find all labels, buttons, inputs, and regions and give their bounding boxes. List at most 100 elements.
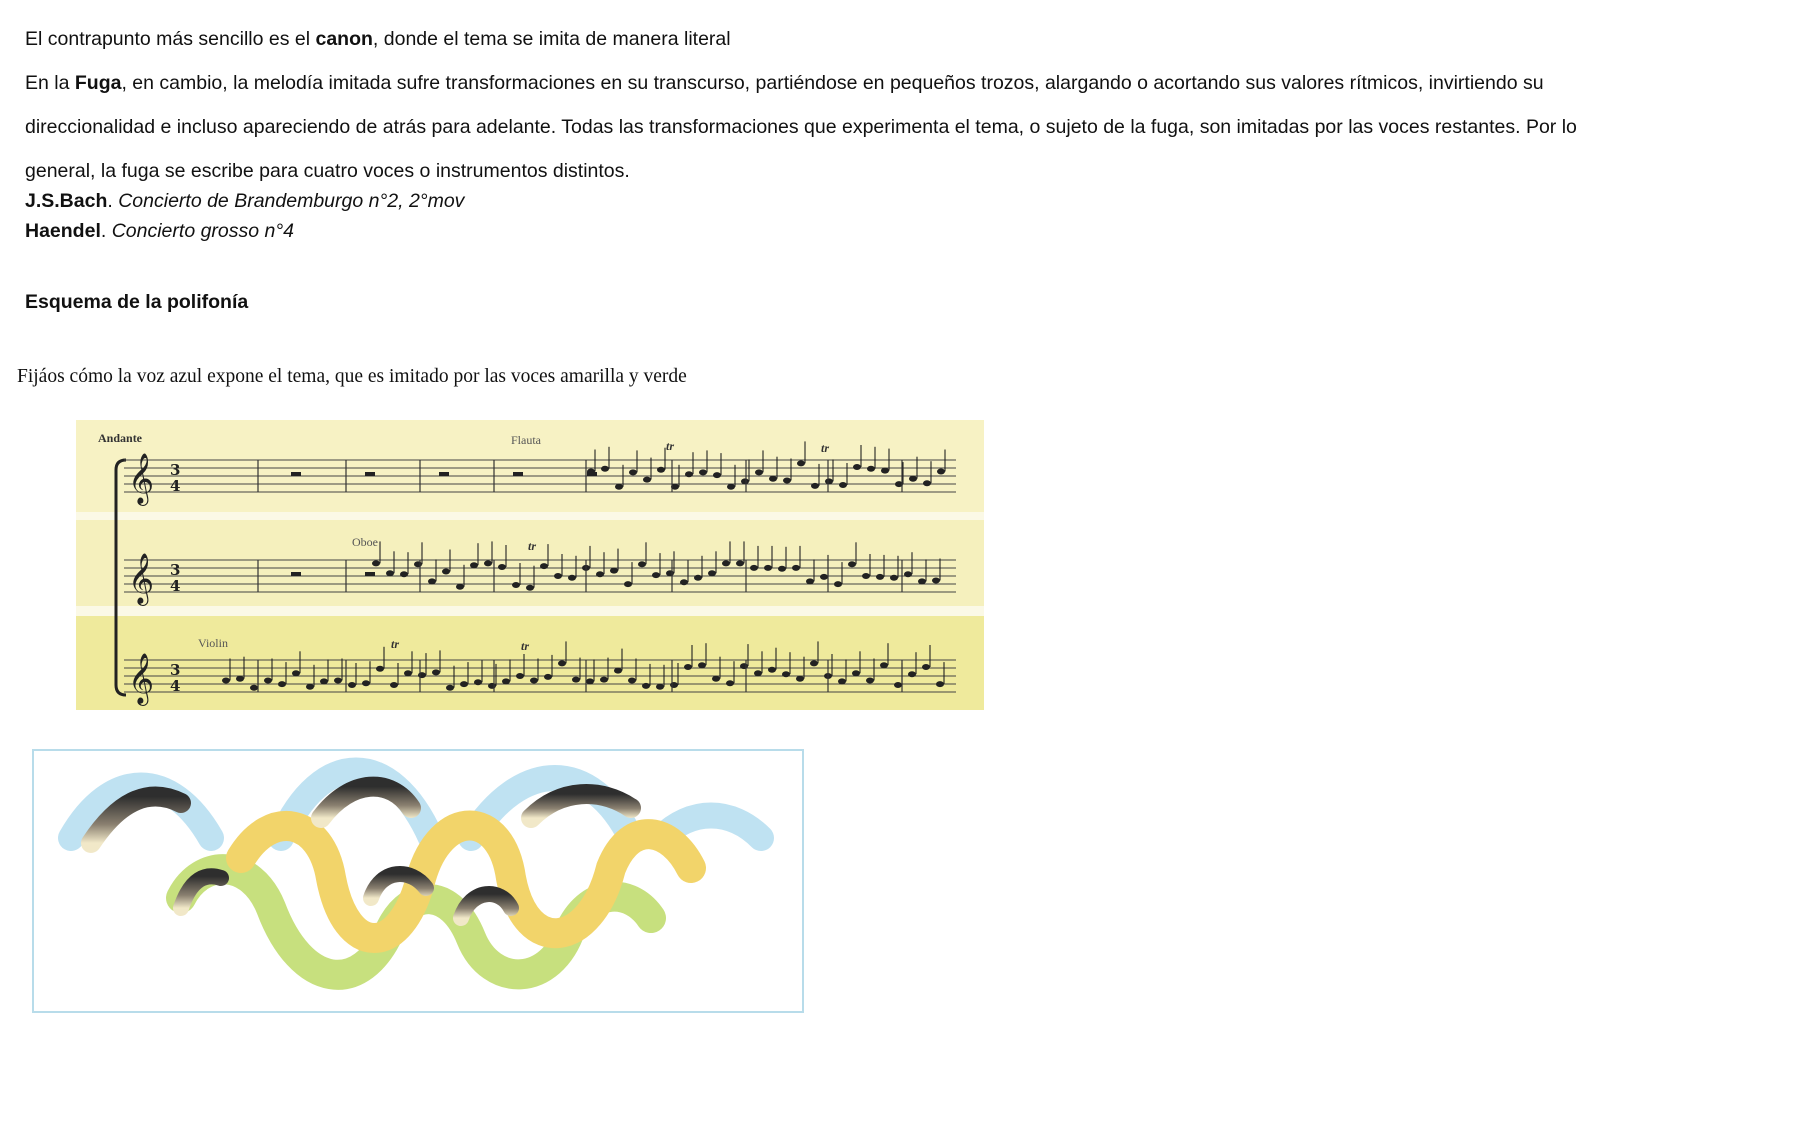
note-head	[456, 583, 464, 590]
note-head	[923, 480, 931, 487]
note-head	[516, 673, 524, 679]
note-head	[834, 581, 842, 588]
note-head	[755, 469, 763, 476]
tempo-label: Andante	[98, 431, 143, 445]
note-head	[778, 565, 786, 572]
note-head	[797, 460, 805, 467]
trill-mark: tr	[391, 637, 399, 651]
trill-mark: tr	[521, 639, 529, 653]
section-heading: Esquema de la polifonía	[25, 291, 249, 313]
part-label-flauta: Flauta	[511, 433, 542, 447]
note-head	[568, 574, 576, 581]
note-head	[810, 660, 818, 667]
note-head	[484, 560, 492, 567]
rest	[587, 472, 597, 476]
note-head	[862, 573, 870, 579]
note-head	[894, 682, 902, 688]
note-head	[908, 671, 916, 678]
note-head	[811, 482, 819, 489]
note-head	[348, 682, 356, 688]
note-head	[306, 683, 314, 690]
note-head	[806, 578, 814, 585]
rest	[439, 472, 449, 476]
note-head	[820, 573, 828, 580]
part-label-oboe: Oboe	[352, 535, 378, 549]
note-head	[699, 469, 707, 476]
note-head	[600, 676, 608, 683]
note-head	[474, 679, 482, 686]
paragraph-fuga-line-1: En la Fuga, en cambio, la melodía imitad…	[25, 61, 1544, 105]
note-head	[657, 466, 665, 473]
note-head	[372, 560, 380, 567]
note-head	[628, 677, 636, 684]
note-head	[236, 675, 244, 682]
note-head	[586, 678, 594, 685]
note-head	[278, 681, 286, 688]
note-head	[909, 475, 917, 482]
band-oboe	[76, 520, 984, 606]
note-head	[596, 571, 604, 578]
note-head	[922, 664, 930, 670]
note-head	[694, 574, 702, 581]
note-head	[460, 681, 468, 688]
note-head	[638, 561, 646, 568]
note-head	[880, 662, 888, 669]
note-head	[530, 677, 538, 684]
work-title: Concierto de Brandemburgo n°2, 2°mov	[118, 190, 465, 212]
note-head	[414, 561, 422, 568]
note-head	[685, 471, 693, 478]
paragraph-fuga-line-2: direccionalidad e incluso apareciendo de…	[25, 116, 1577, 138]
note-head	[825, 478, 833, 485]
note-head	[852, 670, 860, 677]
note-head	[722, 560, 730, 567]
note-head	[848, 561, 856, 568]
note-head	[544, 673, 552, 680]
rest	[291, 472, 301, 476]
time-signature-bottom: 4	[170, 677, 180, 695]
note-head	[362, 680, 370, 687]
note-head	[736, 560, 744, 567]
paragraph-text: , en cambio, la melodía imitada sufre tr…	[121, 72, 1544, 94]
note-head	[222, 677, 230, 684]
composer-name: Haendel	[25, 220, 101, 242]
note-head	[853, 464, 861, 470]
note-head	[386, 570, 394, 577]
note-head	[320, 678, 328, 685]
note-head	[446, 684, 454, 691]
note-head	[783, 477, 791, 484]
note-head	[670, 682, 678, 688]
note-head	[512, 582, 520, 588]
caption-note: Fijáos cómo la voz azul expone el tema, …	[17, 366, 687, 387]
note-head	[488, 682, 496, 689]
separator: .	[100, 220, 112, 242]
note-head	[652, 572, 660, 579]
composer-name: J.S.Bach	[25, 190, 108, 212]
paragraph-text: En la	[25, 72, 75, 94]
note-head	[558, 660, 566, 667]
note-head	[624, 581, 632, 588]
note-head	[264, 677, 272, 684]
part-label-violin: Violin	[198, 636, 228, 650]
time-signature-bottom: 4	[170, 477, 180, 495]
polyphony-diagram	[31, 748, 807, 1018]
band-violin	[76, 616, 984, 710]
trill-mark: tr	[666, 439, 674, 453]
time-signature-bottom: 4	[170, 577, 180, 595]
note-head	[698, 662, 706, 669]
note-head	[643, 476, 651, 483]
note-head	[796, 675, 804, 682]
note-head	[629, 469, 637, 476]
note-head	[792, 564, 800, 571]
document-page: El contrapunto más sencillo es el canon,…	[0, 0, 1802, 1138]
separator: .	[107, 190, 119, 212]
note-head	[867, 465, 875, 472]
trill-mark: tr	[528, 539, 536, 553]
note-head	[838, 678, 846, 685]
note-head	[610, 567, 618, 574]
note-head	[334, 677, 342, 684]
note-head	[726, 680, 734, 687]
note-head	[442, 568, 450, 575]
note-head	[614, 667, 622, 674]
reference-bach: J.S.Bach. Concierto de Brandemburgo n°2,…	[25, 186, 464, 216]
note-head	[404, 670, 412, 677]
